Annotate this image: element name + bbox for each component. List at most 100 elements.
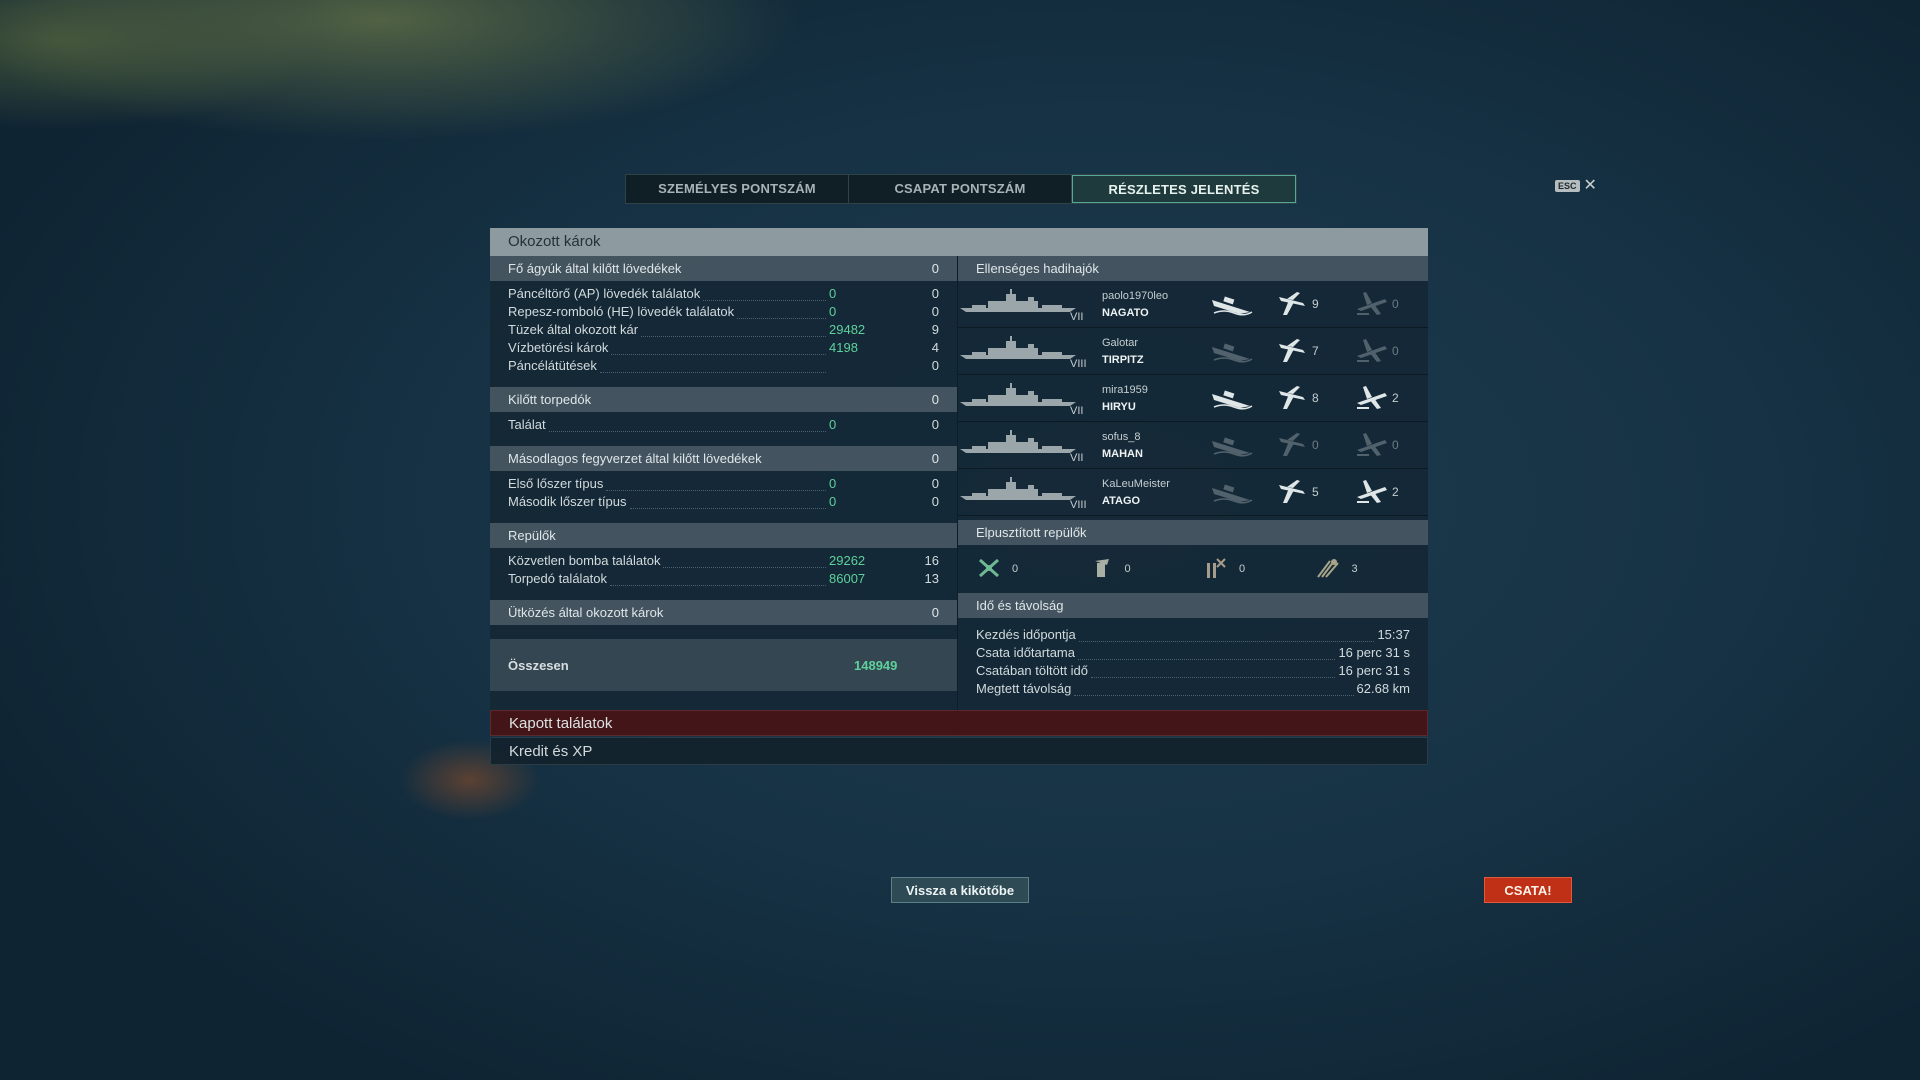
planes-destroyed-count: 0 (1012, 563, 1019, 575)
time-row: Csatában töltött idő 16 perc 31 s (958, 662, 1428, 680)
planes-destroyed-item: 0 (978, 558, 1091, 581)
ship-silhouette-icon: VIII (958, 477, 1088, 511)
bomber-icon (1091, 557, 1113, 582)
esc-key-badge: ESC (1555, 180, 1580, 192)
stat-count: 0 (931, 304, 939, 319)
time-label: Kezdés időpontja (976, 627, 1076, 642)
bomber-hits-icon (1272, 291, 1312, 317)
ship-name-block: mira1959 HIRYU (1102, 384, 1202, 413)
stat-label: Közvetlen bomba találatok (508, 553, 661, 568)
stat-damage: 0 (829, 286, 837, 301)
torpedo-bomber-hits-count: 0 (1392, 438, 1399, 452)
time-row: Kezdés időpontja 15:37 (958, 626, 1428, 644)
stat-count: 16 (924, 553, 939, 568)
planes-destroyed-item: 3 (1316, 557, 1429, 582)
received-hits-section[interactable]: Kapott találatok (490, 710, 1428, 736)
dotted-leader (641, 324, 826, 337)
main-guns-header: Fő ágyúk által kilőtt lövedékek 0 (490, 256, 957, 281)
tab-detailed-report[interactable]: RÉSZLETES JELENTÉS (1072, 175, 1296, 203)
time-value: 62.68 km (1356, 681, 1410, 696)
ship-destroyed-icon (1202, 432, 1262, 458)
stat-row: Vízbetörési károk 4198 4 (490, 339, 957, 357)
stat-count: 0 (931, 476, 939, 491)
credit-xp-section[interactable]: Kredit és XP (490, 737, 1428, 765)
player-name: Galotar (1102, 336, 1139, 349)
back-to-port-button[interactable]: Vissza a kikötőbe (891, 877, 1029, 903)
report-tabs: SZEMÉLYES PONTSZÁM CSAPAT PONTSZÁM RÉSZL… (625, 174, 1297, 204)
enemy-ship-row: VIII Galotar TIRPITZ 7 0 (958, 328, 1428, 375)
torpedo-bomber-hits-count: 2 (1392, 485, 1399, 499)
dotted-leader (1078, 647, 1336, 660)
ship-tier: VII (1070, 452, 1084, 464)
stat-count: 4 (931, 340, 939, 355)
ship-tier: VII (1070, 311, 1084, 323)
close-button[interactable]: ESC ✕ (1555, 178, 1597, 194)
bomber-hits-icon (1272, 479, 1312, 505)
battle-button[interactable]: CSATA! (1484, 877, 1572, 903)
player-name: paolo1970leo (1102, 289, 1169, 302)
stat-damage: 86007 (829, 571, 866, 586)
time-label: Csatában töltött idő (976, 663, 1089, 678)
planes-destroyed-count: 3 (1351, 563, 1358, 575)
torpedo-bomber-hits-icon (1352, 291, 1392, 317)
planes-destroyed-count: 0 (1239, 563, 1246, 575)
close-icon[interactable]: ✕ (1584, 178, 1597, 194)
stat-damage: 4198 (829, 340, 858, 355)
stat-count: 0 (931, 494, 939, 509)
bomber-hits-icon (1272, 385, 1312, 411)
ship-name: NAGATO (1102, 306, 1149, 319)
planes-destroyed-item: 0 (1203, 557, 1316, 582)
player-name: KaLeuMeister (1102, 477, 1170, 490)
stat-count: 13 (924, 571, 939, 586)
bomber-hits-count: 0 (1312, 438, 1319, 452)
stat-row: Találat 0 0 (490, 416, 957, 434)
total-value: 148949 (854, 657, 898, 673)
dotted-leader (703, 288, 826, 301)
time-row: Megtett távolság 62.68 km (958, 680, 1428, 698)
stat-label: Repesz-romboló (HE) lövedék találatok (508, 304, 735, 319)
time-label: Megtett távolság (976, 681, 1072, 696)
scout-plane-icon (1316, 557, 1340, 582)
ship-tier: VII (1070, 405, 1084, 417)
ship-name: ATAGO (1102, 494, 1141, 507)
ship-silhouette-icon: VIII (958, 336, 1088, 370)
fighter-icon (978, 558, 1000, 581)
stat-label: Találat (508, 417, 546, 432)
stat-damage: 29482 (829, 322, 866, 337)
ship-name: TIRPITZ (1102, 353, 1144, 366)
planes-destroyed-header: Elpusztított repülők (958, 520, 1428, 545)
stat-row: Első lőszer típus 0 0 (490, 475, 957, 493)
stat-label: Páncéltörő (AP) lövedék találatok (508, 286, 701, 301)
stat-row: Repesz-romboló (HE) lövedék találatok 0 0 (490, 303, 957, 321)
ship-name: HIRYU (1102, 400, 1136, 413)
secondary-header: Másodlagos fegyverzet által kilőtt löved… (490, 446, 957, 471)
time-distance-header: Idő és távolság (958, 593, 1428, 618)
planes-destroyed-item: 0 (1091, 557, 1204, 582)
ship-name-block: Galotar TIRPITZ (1102, 337, 1202, 366)
torpedo-bomber-hits-icon (1352, 338, 1392, 364)
enemy-column: Ellenséges hadihajók VII paolo1970leo NAGA… (957, 256, 1428, 736)
dotted-leader (629, 496, 826, 509)
stat-row: Torpedó találatok 86007 13 (490, 570, 957, 588)
stat-label: Torpedó találatok (508, 571, 608, 586)
time-row: Csata időtartama 16 perc 31 s (958, 644, 1428, 662)
stat-damage: 0 (829, 494, 837, 509)
tab-personal-score[interactable]: SZEMÉLYES PONTSZÁM (626, 175, 849, 203)
torpedo-bomber-icon (1203, 557, 1227, 582)
ship-destroyed-icon (1202, 291, 1262, 317)
stat-label: Első lőszer típus (508, 476, 604, 491)
ramming-header: Ütközés által okozott károk 0 (490, 600, 957, 625)
dotted-leader (1078, 629, 1375, 642)
torpedo-bomber-hits-icon (1352, 385, 1392, 411)
ship-name: MAHAN (1102, 447, 1143, 460)
stat-row: Második lőszer típus 0 0 (490, 493, 957, 511)
enemy-ship-row: VII paolo1970leo NAGATO 9 0 (958, 281, 1428, 328)
panel-title: Okozott károk (490, 228, 1428, 256)
bomber-hits-icon (1272, 432, 1312, 458)
enemy-ships-header: Ellenséges hadihajók (958, 256, 1428, 281)
dotted-leader (610, 573, 826, 586)
stat-damage: 0 (829, 304, 837, 319)
enemy-ship-row: VIII KaLeuMeister ATAGO 5 2 (958, 469, 1428, 516)
ship-destroyed-icon (1202, 385, 1262, 411)
tab-team-score[interactable]: CSAPAT PONTSZÁM (849, 175, 1072, 203)
